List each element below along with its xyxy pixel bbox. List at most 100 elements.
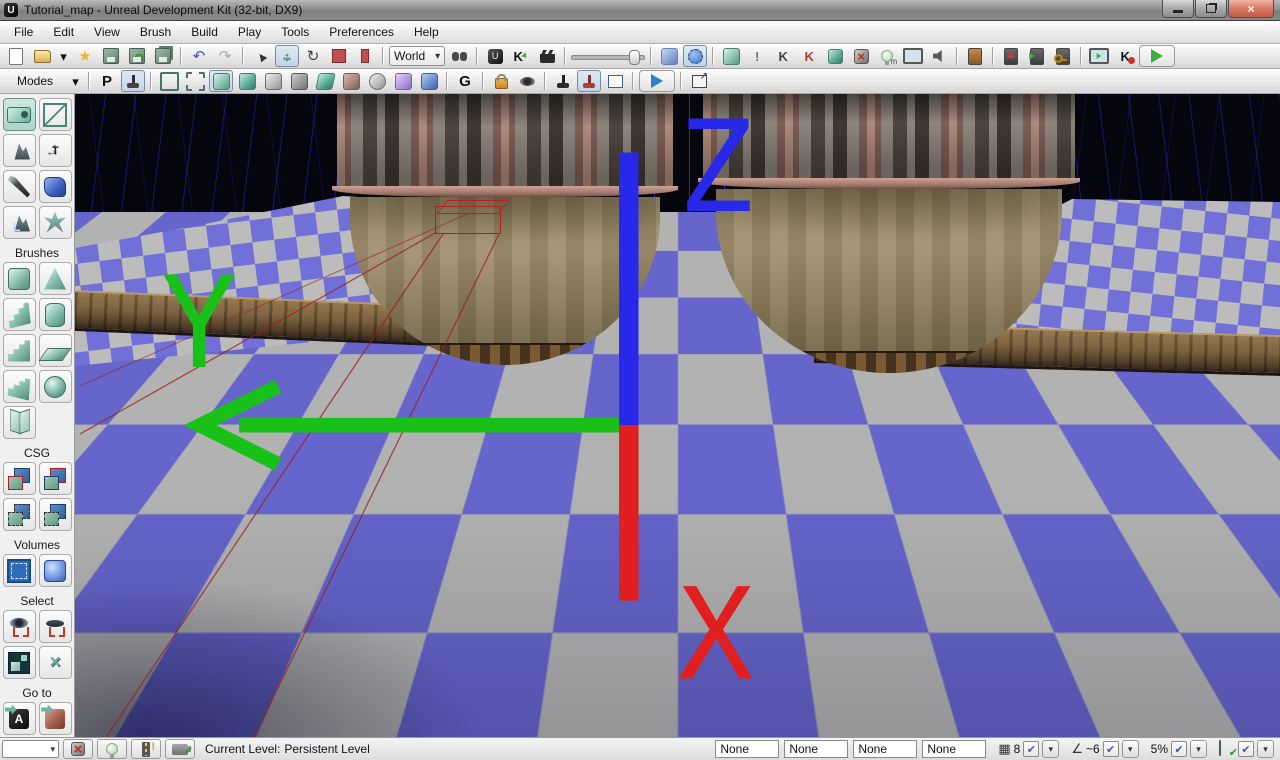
slider-thumb[interactable]: [629, 50, 640, 65]
minimize-button[interactable]: [1162, 0, 1194, 18]
undo-button[interactable]: ↶: [187, 45, 211, 67]
menu-edit[interactable]: Edit: [43, 22, 84, 42]
rotation-grid-checkbox[interactable]: ✔: [1103, 741, 1119, 757]
lock-viewport-button[interactable]: [489, 70, 513, 92]
deselect-all-button[interactable]: ×: [39, 646, 72, 679]
csg-intersect-button[interactable]: [3, 498, 36, 531]
select-tool-button[interactable]: ▲: [249, 45, 273, 67]
hide-builder-brush-button[interactable]: ×: [63, 739, 93, 759]
detach-viewport-button[interactable]: ↗: [687, 70, 711, 92]
restore-button[interactable]: [1195, 0, 1227, 18]
translate-tool-button[interactable]: ↔ ↕: [275, 45, 299, 67]
show-selected-button[interactable]: [3, 610, 36, 643]
hide-selected-button[interactable]: [39, 610, 72, 643]
preview-monitor-button[interactable]: [901, 45, 925, 67]
viewmode-lighting-sm-button[interactable]: [391, 70, 415, 92]
lod-slider[interactable]: [571, 49, 645, 63]
goto-builder-brush-button[interactable]: [39, 702, 72, 735]
mesh-paint-mode-button[interactable]: [3, 170, 36, 203]
delete-actor-button[interactable]: ×: [849, 45, 873, 67]
viewmode-lightmap-density-button[interactable]: [365, 70, 389, 92]
save-all-levels-button[interactable]: [151, 45, 175, 67]
title-bar[interactable]: U Tutorial_map - Unreal Development Kit …: [0, 0, 1280, 21]
property-field-4[interactable]: None: [922, 740, 986, 758]
goto-actor-button[interactable]: A: [3, 702, 36, 735]
brush-sheet-button[interactable]: [39, 334, 72, 367]
play-in-viewport-button[interactable]: [1087, 45, 1111, 67]
content-browser-button[interactable]: [657, 45, 681, 67]
property-field-3[interactable]: None: [853, 740, 917, 758]
autosave-dropdown[interactable]: ▾: [1257, 740, 1274, 758]
realtime-preview-button[interactable]: [515, 70, 539, 92]
selection-mode-button[interactable]: [683, 45, 707, 67]
game-view-button[interactable]: G: [453, 70, 477, 92]
geometry-mode-button[interactable]: [39, 98, 72, 131]
landscape-mode-button[interactable]: L: [3, 206, 36, 239]
static-mesh-mode-button[interactable]: [39, 170, 72, 203]
menu-tools[interactable]: Tools: [271, 22, 319, 42]
scale-snap-dropdown[interactable]: ▾: [1190, 740, 1207, 758]
new-file-button[interactable]: [4, 45, 28, 67]
csg-deintersect-button[interactable]: [39, 498, 72, 531]
sound-toggle-button[interactable]: [927, 45, 951, 67]
menu-help[interactable]: Help: [404, 22, 449, 42]
menu-preferences[interactable]: Preferences: [319, 22, 404, 42]
viewmode-lit-button[interactable]: [209, 70, 233, 92]
actor-warning-button[interactable]: !: [745, 45, 769, 67]
rotate-tool-button[interactable]: ↻: [301, 45, 325, 67]
device-settings-button[interactable]: [1051, 45, 1075, 67]
brush-volumetric-button[interactable]: [3, 406, 36, 439]
publish-button[interactable]: P: [95, 70, 119, 92]
open-dropdown[interactable]: ▾: [56, 45, 71, 67]
level-dropdown[interactable]: ▾: [2, 740, 59, 758]
rebuild-paths-button[interactable]: !: [131, 739, 161, 759]
resize-viewport-button[interactable]: [603, 70, 627, 92]
viewmode-brushwire-button[interactable]: [183, 70, 207, 92]
modes-dropdown[interactable]: ▾: [68, 70, 83, 92]
rotation-grid-dropdown[interactable]: ▾: [1122, 740, 1139, 758]
kismet-link-button[interactable]: K: [771, 45, 795, 67]
mobile-preview-button[interactable]: [963, 45, 987, 67]
viewmode-reflections-button[interactable]: [417, 70, 441, 92]
csg-subtract-button[interactable]: [39, 462, 72, 495]
save-all-button[interactable]: [125, 45, 149, 67]
autosave-checkbox[interactable]: ✔: [1238, 741, 1254, 757]
viewmode-texture-density-button[interactable]: [313, 70, 337, 92]
terrain-mode-button[interactable]: [3, 134, 36, 167]
texture-align-mode-button[interactable]: ↔ ↕ T: [39, 134, 72, 167]
kismet-unlink-button[interactable]: K: [797, 45, 821, 67]
brush-spiral-stairs-button[interactable]: [3, 370, 36, 403]
play-level-button[interactable]: [639, 70, 675, 92]
brush-cone-button[interactable]: [39, 262, 72, 295]
stop-simulation-button[interactable]: K: [1113, 45, 1137, 67]
property-field-1[interactable]: None: [715, 740, 779, 758]
kismet-button[interactable]: K: [509, 45, 533, 67]
open-file-button[interactable]: [30, 45, 54, 67]
builder-brush-wireframe[interactable]: [435, 206, 501, 234]
coordinate-system-select[interactable]: World ▾: [389, 46, 445, 66]
save-button[interactable]: [99, 45, 123, 67]
brush-cylinder-button[interactable]: [39, 298, 72, 331]
redo-button[interactable]: ↷: [213, 45, 237, 67]
invert-selection-button[interactable]: [3, 646, 36, 679]
viewmode-lighting-only-button[interactable]: [287, 70, 311, 92]
volume-cube-button[interactable]: [39, 554, 72, 587]
add-volume-button[interactable]: [3, 554, 36, 587]
brush-linear-stairs-button[interactable]: [3, 334, 36, 367]
scale-snap-checkbox[interactable]: ✔: [1171, 741, 1187, 757]
play-in-editor-button[interactable]: [1139, 45, 1175, 67]
viewmode-detail-lit-button[interactable]: [235, 70, 259, 92]
udk-browser-button[interactable]: U: [483, 45, 507, 67]
viewmode-wireframe-button[interactable]: [157, 70, 181, 92]
joystick-mode-button[interactable]: [121, 70, 145, 92]
deploy-device-button[interactable]: [999, 45, 1023, 67]
menu-brush[interactable]: Brush: [130, 22, 181, 42]
close-button[interactable]: ×: [1228, 0, 1274, 18]
actor-cube-button[interactable]: [719, 45, 743, 67]
matinee-button[interactable]: [535, 45, 559, 67]
csg-add-button[interactable]: [3, 462, 36, 495]
play-on-device-button[interactable]: [1025, 45, 1049, 67]
camera-mode-button[interactable]: [3, 98, 36, 131]
show-flags-selected-button[interactable]: [577, 70, 601, 92]
foliage-mode-button[interactable]: [39, 206, 72, 239]
